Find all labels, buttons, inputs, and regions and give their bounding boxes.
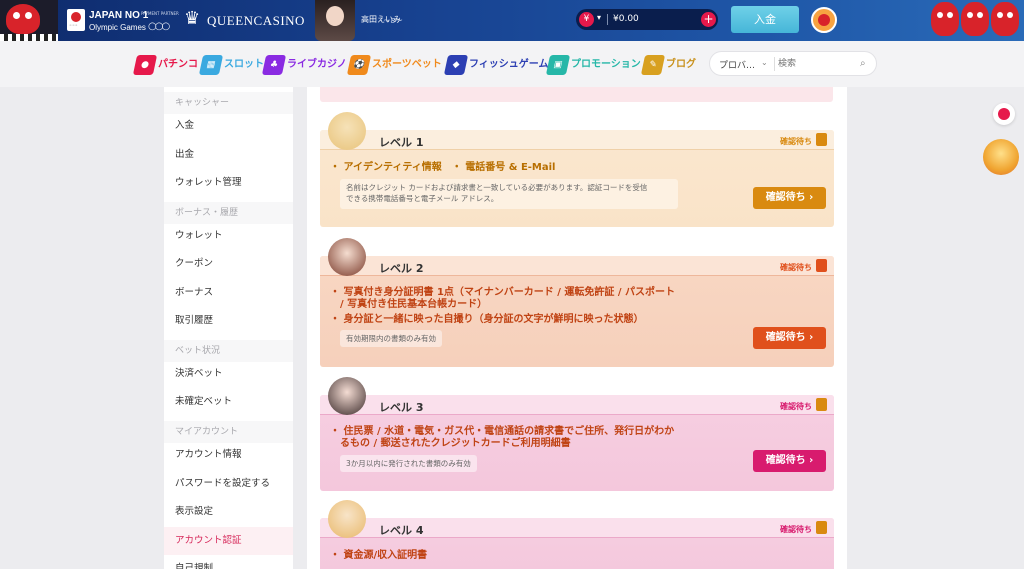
provider-select[interactable]: プロバ… [719, 58, 755, 71]
level-3-pending-button[interactable]: 確認待ち › [753, 450, 826, 472]
olympic-emblem-icon: ◦◦◦ [67, 9, 85, 31]
sidebar-section-cashier: キャッシャー [164, 92, 293, 114]
level-4-badge-icon [816, 521, 827, 534]
gift-icon: ▣ [545, 55, 571, 75]
level-4-character-icon [328, 500, 366, 538]
level-1-title: レベル 1 [379, 136, 424, 149]
previous-section-strip [320, 87, 833, 102]
nav-promotion[interactable]: ▣ プロモーション [545, 54, 641, 76]
level-1-character-icon [328, 112, 366, 150]
queen-crown-icon[interactable]: ♛ [184, 8, 200, 29]
level-3-status: 確認待ち [780, 402, 812, 411]
sidebar-item-wallet-manage[interactable]: ウォレット管理 [164, 169, 293, 197]
level-3-requirement: ・ 住民票 / 水道・電気・ガス代・電信通話の請求書でご住所、発行日がわか るも… [330, 426, 675, 449]
level-2-requirement-2: ・ 身分証と一緒に映った自撮り（身分証の文字が鮮明に映った状態） [330, 314, 644, 325]
mascot-left-image [0, 0, 58, 41]
nav-live-casino[interactable]: ♣ ライブカジノ [261, 54, 347, 76]
pachinko-icon: ● [132, 55, 158, 75]
sidebar-item-transactions[interactable]: 取引履歴 [164, 307, 293, 335]
user-avatar[interactable] [811, 7, 837, 33]
sports-ball-icon: ⚽ [346, 55, 372, 75]
notification-bell-icon[interactable] [993, 103, 1015, 125]
level-2-status: 確認待ち [780, 263, 812, 272]
level-2-pending-button[interactable]: 確認待ち › [753, 327, 826, 349]
brand-logo[interactable]: QUEENCASINO [207, 13, 305, 29]
trophy-icon[interactable] [983, 139, 1019, 175]
ambassador-signature-icon: ~ɛ~ [383, 16, 403, 26]
chevron-down-icon[interactable]: ⌄ [761, 58, 768, 67]
level-1-status: 確認待ち [780, 137, 812, 146]
level-2-requirement-1: ・ 写真付き身分証明書 1点（マイナンバーカード / 運転免許証 / パスポート… [330, 287, 675, 310]
level-4-status: 確認待ち [780, 525, 812, 534]
nav-slot[interactable]: ▦ スロット [198, 54, 264, 76]
sidebar-section-my-account: マイアカウント [164, 421, 293, 443]
sidebar-item-bonus[interactable]: ボーナス [164, 279, 293, 307]
sidebar-item-withdraw[interactable]: 出金 [164, 141, 293, 169]
level-2-badge-icon [816, 259, 827, 272]
sidebar-item-account-info[interactable]: アカウント情報 [164, 441, 293, 469]
level-3-card: レベル 3 確認待ち ・ 住民票 / 水道・電気・ガス代・電信通話の請求書でご住… [320, 377, 834, 491]
nav-fish-game[interactable]: ◆ フィッシュゲーム [443, 54, 549, 76]
sidebar-item-set-password[interactable]: パスワードを設定する [164, 470, 293, 498]
blog-icon: ✎ [640, 55, 666, 75]
level-4-title: レベル 4 [379, 524, 424, 537]
nav-pachinko[interactable]: ● パチンコ [132, 54, 198, 76]
game-search-box: プロバ… ⌄ ⌕ [709, 51, 877, 76]
chevron-down-icon[interactable]: ▾ [597, 13, 601, 22]
live-casino-icon: ♣ [261, 55, 287, 75]
sidebar-item-display-settings[interactable]: 表示設定 [164, 498, 293, 526]
olympic-partner-label: PAYMENT PARTNER [141, 11, 179, 16]
sidebar-item-account-verification[interactable]: アカウント認証 [164, 527, 293, 555]
level-2-character-icon [328, 238, 366, 276]
level-1-pending-button[interactable]: 確認待ち › [753, 187, 826, 209]
sidebar-item-unsettled-bets[interactable]: 未確定ベット [164, 388, 293, 416]
sidebar-item-self-exclusion[interactable]: 自己規制 [164, 555, 293, 569]
nav-sports-bet[interactable]: ⚽ スポーツベット [346, 54, 442, 76]
nav-blog[interactable]: ✎ ブログ [640, 54, 696, 76]
slot-icon: ▦ [198, 55, 224, 75]
level-1-note: 名前はクレジット カードおよび請求書と一致している必要があります。認証コードを受… [340, 179, 678, 209]
level-1-card: レベル 1 確認待ち ・ アイデンティティ情報 ・ 電話番号 & E-Mail … [320, 112, 834, 227]
olympic-rings-icon: ○○○ [148, 21, 170, 32]
level-4-requirement: ・ 資金源/収入証明書 [330, 550, 428, 561]
account-sidebar: キャッシャー 入金 出金 ウォレット管理 ボーナス・履歴 ウォレット クーポン … [164, 87, 293, 569]
level-1-requirement: ・ アイデンティティ情報 ・ 電話番号 & E-Mail [330, 162, 556, 173]
top-header: ◦◦◦ JAPAN NO 1 Olympic Games PAYMENT PAR… [0, 0, 1024, 41]
yen-icon[interactable]: ¥ [579, 12, 594, 27]
sidebar-item-settled-bets[interactable]: 決済ベット [164, 360, 293, 388]
balance-widget[interactable]: ¥ ▾ ¥0.00 + [576, 9, 718, 30]
level-1-badge-icon [816, 133, 827, 146]
level-3-character-icon [328, 377, 366, 415]
verification-panel: レベル 1 確認待ち ・ アイデンティティ情報 ・ 電話番号 & E-Mail … [307, 87, 847, 569]
search-icon[interactable]: ⌕ [860, 58, 866, 69]
olympic-title: JAPAN NO 1 [89, 10, 149, 21]
sidebar-item-deposit[interactable]: 入金 [164, 112, 293, 140]
level-3-badge-icon [816, 398, 827, 411]
sidebar-section-bonus: ボーナス・履歴 [164, 202, 293, 224]
sidebar-section-bets: ベット状況 [164, 340, 293, 362]
level-4-card: レベル 4 確認待ち ・ 資金源/収入証明書 [320, 500, 834, 569]
mascot-right-image [925, 0, 1024, 41]
level-2-note: 有効期限内の書類のみ有効 [340, 330, 442, 347]
level-3-note: 3か月以内に発行された書類のみ有効 [340, 455, 477, 472]
balance-amount: ¥0.00 [613, 14, 639, 24]
add-funds-icon[interactable]: + [701, 12, 716, 27]
sidebar-item-wallet[interactable]: ウォレット [164, 222, 293, 250]
level-2-card: レベル 2 確認待ち ・ 写真付き身分証明書 1点（マイナンバーカード / 運転… [320, 238, 834, 367]
olympic-subtitle: Olympic Games [89, 23, 146, 32]
level-2-title: レベル 2 [379, 262, 424, 275]
deposit-button[interactable]: 入金 [731, 6, 799, 33]
ambassador-photo [315, 0, 355, 41]
fish-icon: ◆ [443, 55, 469, 75]
sidebar-item-coupon[interactable]: クーポン [164, 250, 293, 278]
level-3-title: レベル 3 [379, 401, 424, 414]
search-input[interactable] [778, 57, 856, 71]
